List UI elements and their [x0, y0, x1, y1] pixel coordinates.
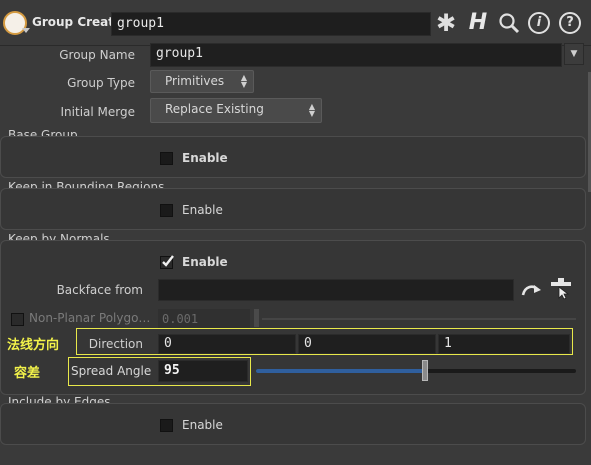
- normals-enable-label: Enable: [182, 255, 228, 269]
- nonplanar-slider-track[interactable]: [262, 318, 576, 320]
- spread-slider-handle[interactable]: [422, 360, 428, 381]
- initial-merge-menu[interactable]: Replace Existing ▲ ▼: [150, 98, 322, 123]
- base-group-enable-checkbox[interactable]: [160, 152, 173, 165]
- node-name-input[interactable]: group1: [111, 12, 431, 36]
- direction-annotation: 法线方向: [7, 338, 60, 353]
- gear-icon[interactable]: ✱: [433, 10, 459, 36]
- direction-label: Direction: [88, 337, 143, 351]
- spread-label: Spread Angle: [71, 364, 152, 378]
- normals-enable-checkbox[interactable]: [160, 255, 174, 269]
- arrow-jump-icon[interactable]: [521, 280, 543, 300]
- dropdown-icon[interactable]: ▼: [564, 43, 584, 65]
- node-type-label: Group Create: [32, 15, 123, 29]
- base-group-enable-label: Enable: [182, 151, 228, 165]
- initial-merge-value: Replace Existing: [165, 102, 264, 116]
- updown-arrows-icon: ▲ ▼: [308, 102, 315, 118]
- direction-z-input[interactable]: 1: [438, 334, 570, 354]
- info-icon[interactable]: i: [528, 12, 550, 34]
- nonplanar-label: Non-Planar Polygo…: [29, 311, 151, 325]
- group-type-label: Group Type: [67, 76, 135, 90]
- direction-y-input[interactable]: 0: [298, 334, 436, 354]
- houdini-h-icon[interactable]: H: [465, 10, 491, 36]
- nonplanar-checkbox[interactable]: [11, 313, 24, 326]
- chevron-down-icon: [22, 28, 30, 33]
- selector-icon[interactable]: [549, 278, 573, 300]
- edges-enable-checkbox[interactable]: [160, 419, 173, 432]
- spread-slider-fill: [256, 369, 425, 373]
- bounding-enable-checkbox[interactable]: [160, 204, 173, 217]
- bounding-enable-label: Enable: [182, 203, 223, 217]
- backface-label: Backface from: [56, 283, 143, 297]
- initial-merge-label: Initial Merge: [60, 105, 135, 119]
- spread-annotation: 容差: [14, 366, 41, 381]
- backface-input[interactable]: [158, 279, 514, 301]
- group-type-menu[interactable]: Primitives ▲ ▼: [150, 70, 254, 93]
- updown-arrows-icon: ▲ ▼: [240, 73, 247, 89]
- direction-x-input[interactable]: 0: [158, 334, 296, 354]
- nonplanar-input[interactable]: 0.001: [158, 309, 250, 329]
- edges-enable-label: Enable: [182, 418, 223, 432]
- nonplanar-slider-handle[interactable]: [254, 309, 259, 327]
- group-name-input[interactable]: group1: [150, 43, 562, 67]
- search-icon[interactable]: [496, 10, 522, 36]
- base-group-folder: [0, 136, 586, 178]
- spread-input[interactable]: 95: [158, 360, 248, 382]
- group-name-label: Group Name: [59, 48, 135, 62]
- group-type-value: Primitives: [165, 74, 225, 88]
- edges-folder: [0, 403, 586, 445]
- bounding-folder: [0, 188, 586, 230]
- spread-slider-track[interactable]: [256, 369, 576, 373]
- help-icon[interactable]: ?: [559, 12, 581, 34]
